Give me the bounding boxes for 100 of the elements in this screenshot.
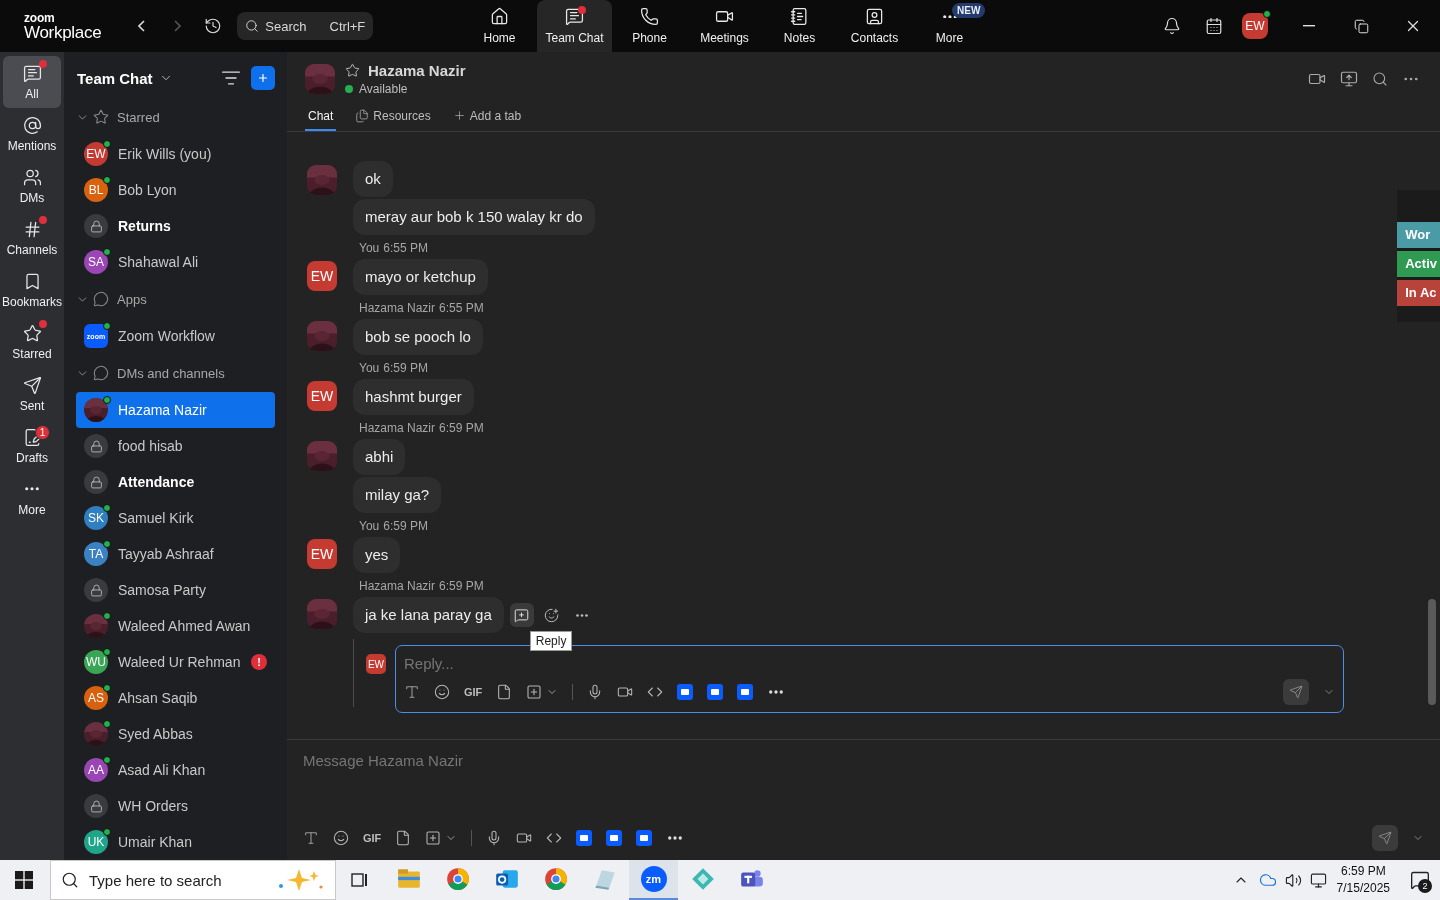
- emoji-icon[interactable]: [333, 830, 349, 846]
- star-icon[interactable]: [345, 63, 360, 78]
- chrome-icon: [542, 866, 569, 892]
- tooltip: Reply: [529, 631, 573, 651]
- file-icon[interactable]: [496, 684, 513, 700]
- send-icon: [1378, 831, 1392, 845]
- rail-item[interactable]: DMs: [3, 160, 61, 212]
- rail-item[interactable]: Channels: [3, 212, 61, 264]
- file-icon[interactable]: [395, 830, 412, 846]
- rail-item[interactable]: More: [3, 472, 61, 524]
- screenshot-icon[interactable]: [425, 830, 442, 846]
- avatar: EW: [307, 381, 337, 411]
- scrollbar-thumb[interactable]: [1428, 599, 1436, 705]
- speech-bubble-icon: [93, 365, 109, 381]
- lock-icon: [89, 439, 103, 453]
- emoji-icon[interactable]: [434, 684, 450, 700]
- avatar: AA: [84, 758, 108, 782]
- status-tag[interactable]: Activ: [1397, 251, 1440, 277]
- nav-tab[interactable]: Contacts: [837, 0, 912, 52]
- conversation-item[interactable]: TA Tayyab Ashraaf: [76, 536, 275, 572]
- send-button[interactable]: [1372, 825, 1398, 851]
- rail-item[interactable]: All: [3, 56, 61, 108]
- nav-tab[interactable]: Team Chat: [537, 0, 612, 52]
- add-tab-button[interactable]: Add a tab: [449, 102, 525, 131]
- conversation-item[interactable]: Attendance: [76, 464, 275, 500]
- notification-center-button[interactable]: 2: [1400, 860, 1440, 900]
- message-bubble: mayo or ketchup: [353, 259, 488, 295]
- gif-button[interactable]: GIF: [464, 686, 483, 698]
- code-icon[interactable]: [546, 830, 563, 846]
- conversation-item[interactable]: Samosa Party: [76, 572, 275, 608]
- message-field[interactable]: Message Hazama Nazir: [303, 750, 1424, 770]
- at-sign-icon: [22, 115, 42, 135]
- conversation-item[interactable]: EW Erik Wills (you): [76, 136, 275, 172]
- lock-icon: [89, 219, 103, 233]
- chat-tab[interactable]: Chat: [305, 102, 337, 131]
- text-format-icon[interactable]: [404, 684, 420, 700]
- app-logo: zoom Workplace: [24, 11, 102, 41]
- screenshot-icon[interactable]: [526, 684, 543, 700]
- status-tag[interactable]: In Ac: [1397, 280, 1440, 306]
- chat-tab[interactable]: Resources: [352, 102, 434, 131]
- home-icon: [490, 7, 509, 26]
- search-icon: [245, 19, 260, 33]
- rail-item[interactable]: Drafts 1: [3, 420, 61, 472]
- app-icon[interactable]: [576, 830, 593, 846]
- section-header[interactable]: Starred: [76, 98, 275, 136]
- conversation-item[interactable]: Syed Abbas: [76, 716, 275, 752]
- nav-tab[interactable]: Phone: [612, 0, 687, 52]
- contact-name: Hazama Nazir: [368, 62, 466, 79]
- reply-button[interactable]: [509, 603, 534, 627]
- taskbar-search[interactable]: Type here to search: [50, 860, 336, 900]
- send-button[interactable]: [1283, 679, 1309, 705]
- rail-item[interactable]: Starred: [3, 316, 61, 368]
- conversation-item[interactable]: Waleed Ahmed Awan: [76, 608, 275, 644]
- network-icon[interactable]: [1309, 871, 1327, 889]
- taskbar-clock[interactable]: 6:59 PM 7/15/2025: [1336, 863, 1390, 897]
- conversation-item[interactable]: WH Orders: [76, 788, 275, 824]
- code-icon[interactable]: [647, 684, 664, 700]
- conversation-item[interactable]: AA Asad Ali Khan: [76, 752, 275, 788]
- rail-item[interactable]: Mentions: [3, 108, 61, 160]
- conversation-item[interactable]: AS Ahsan Saqib: [76, 680, 275, 716]
- app-icon[interactable]: [636, 830, 653, 846]
- conversation-item[interactable]: Hazama Nazir: [76, 392, 275, 428]
- sidebar-title: Team Chat: [77, 69, 153, 87]
- text-format-icon[interactable]: [303, 830, 319, 846]
- message-time: 6:55 PM: [439, 301, 484, 317]
- nav-tab[interactable]: Notes: [762, 0, 837, 52]
- conversation-item[interactable]: SA Shahawal Ali: [76, 244, 275, 280]
- conversation-item[interactable]: BL Bob Lyon: [76, 172, 275, 208]
- sender-name: Hazama Nazir: [359, 301, 436, 317]
- gif-button[interactable]: GIF: [363, 832, 382, 844]
- speaker-icon[interactable]: [1284, 871, 1302, 889]
- sender-name: Hazama Nazir: [359, 421, 436, 437]
- section-header[interactable]: Apps: [76, 280, 275, 318]
- taskbar-app[interactable]: zm: [629, 860, 678, 900]
- nav-tab[interactable]: NEW More: [912, 0, 987, 52]
- app-icon[interactable]: [677, 684, 694, 700]
- conversation-item[interactable]: WU Waleed Ur Rehman !: [76, 644, 275, 680]
- search-icon[interactable]: [1372, 71, 1388, 87]
- video-camera-icon[interactable]: [617, 684, 634, 700]
- search-field[interactable]: Search Ctrl+F: [237, 12, 374, 40]
- video-camera-icon[interactable]: [516, 830, 533, 846]
- conversation-item[interactable]: SK Samuel Kirk: [76, 500, 275, 536]
- share-screen-icon[interactable]: [1340, 70, 1358, 88]
- conversation-item[interactable]: UK Umair Khan: [76, 824, 275, 860]
- cloud-icon[interactable]: [1258, 871, 1277, 889]
- app-icon[interactable]: [737, 684, 754, 700]
- search-icon: [61, 871, 79, 889]
- contact-card-icon: [865, 7, 884, 26]
- app-icon[interactable]: [606, 830, 623, 846]
- section-header[interactable]: DMs and channels: [76, 354, 275, 392]
- reply-field[interactable]: Reply...: [404, 650, 1335, 676]
- rail-item[interactable]: Bookmarks: [3, 264, 61, 316]
- profile-avatar[interactable]: EW: [1242, 13, 1268, 39]
- nav-tab[interactable]: Meetings: [687, 0, 762, 52]
- conversation-item[interactable]: food hisab: [76, 428, 275, 464]
- nav-tab[interactable]: Home: [462, 0, 537, 52]
- new-chat-button[interactable]: [251, 66, 275, 90]
- rail-item[interactable]: Sent: [3, 368, 61, 420]
- conversation-item[interactable]: Returns: [76, 208, 275, 244]
- app-icon[interactable]: [707, 684, 724, 700]
